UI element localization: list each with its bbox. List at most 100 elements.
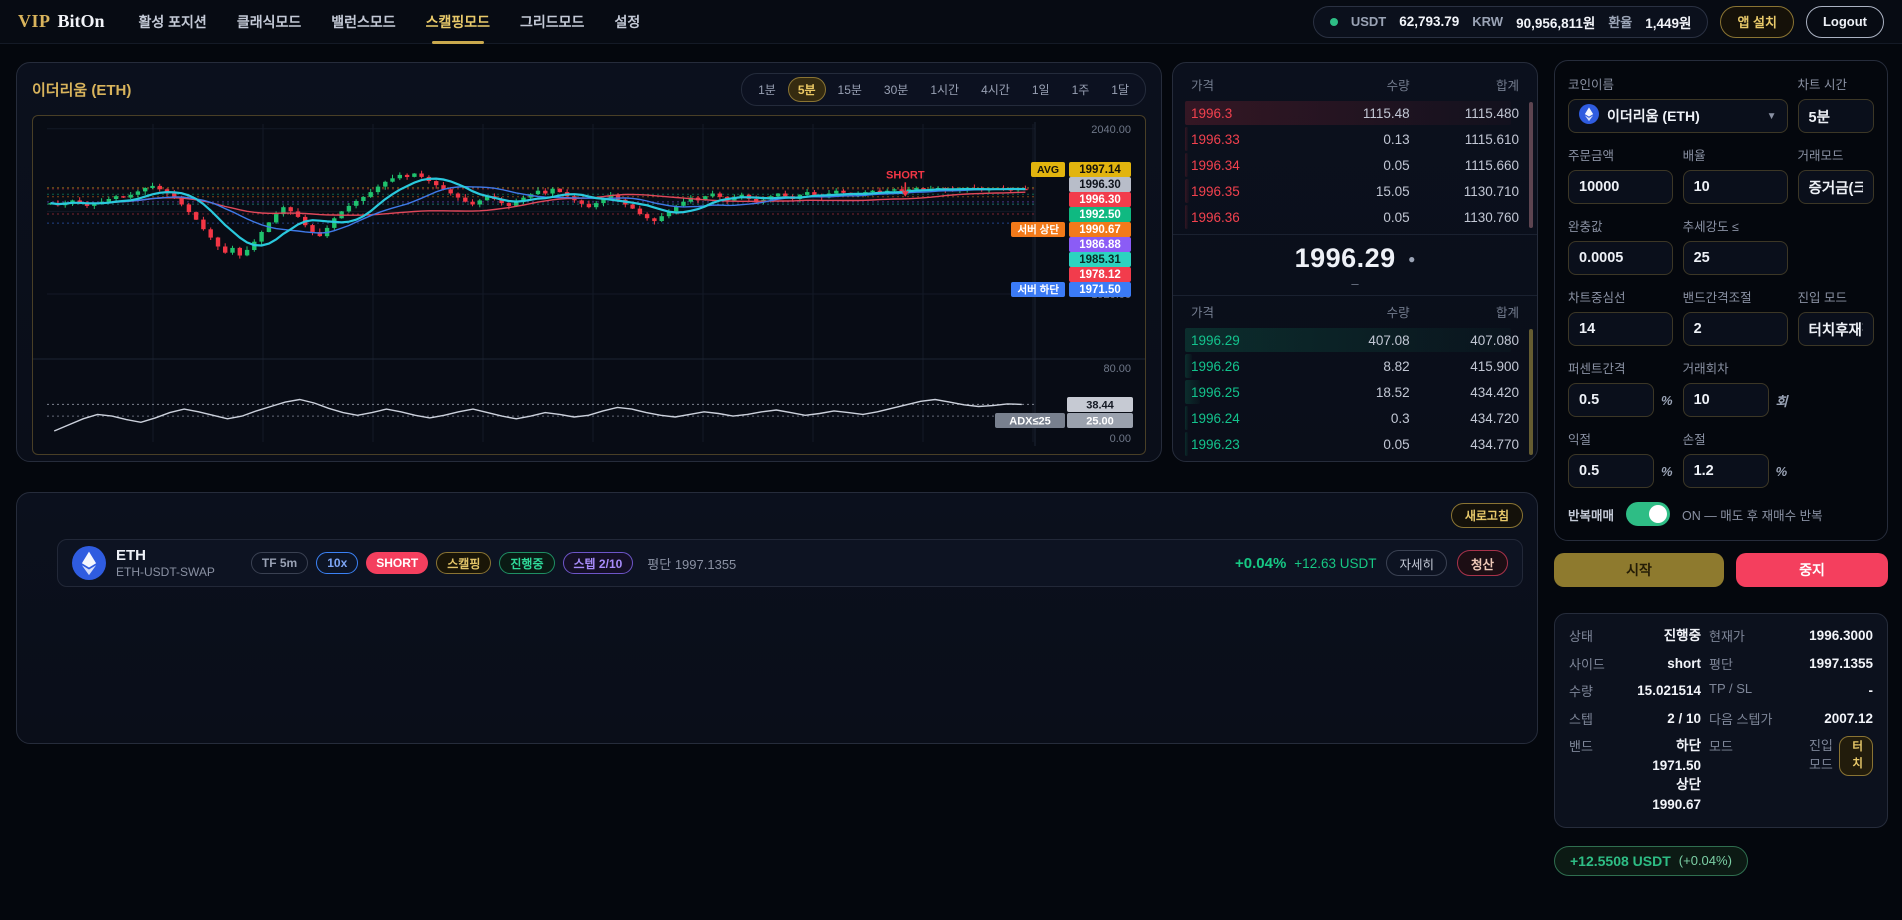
detail-button[interactable]: 자세히 — [1386, 550, 1447, 576]
position-badge: SHORT — [366, 552, 428, 574]
eth-icon — [1579, 104, 1599, 129]
repeat-trade-toggle[interactable] — [1626, 502, 1670, 526]
liquidate-button[interactable]: 청산 — [1457, 550, 1508, 576]
start-button[interactable]: 시작 — [1554, 553, 1724, 587]
coin-label: 코인이름 — [1568, 74, 1788, 93]
stop-loss-label: 손절 — [1683, 429, 1788, 448]
status-dot-icon — [1330, 18, 1338, 26]
candlestick-chart[interactable]: SHORT2040.001920.0080.000.0038.4425.00AD… — [32, 115, 1146, 455]
orderbook-row[interactable]: 1996.31115.481115.480 — [1185, 100, 1525, 126]
timeframe-button[interactable]: 30분 — [874, 77, 918, 102]
percent-gap-label: 퍼센트간격 — [1568, 358, 1673, 377]
trend-strength-label: 추세강도 ≤ — [1683, 216, 1788, 235]
col-price: 가격 — [1191, 302, 1300, 321]
orderbook-row[interactable]: 1996.230.05434.770 — [1185, 431, 1525, 457]
orderbook-row[interactable]: 1996.29407.08407.080 — [1185, 327, 1525, 353]
refresh-button[interactable]: 새로고침 — [1451, 503, 1523, 528]
col-total: 합계 — [1410, 75, 1519, 94]
orderbook-row[interactable]: 1996.360.051130.760 — [1185, 204, 1525, 230]
svg-text:80.00: 80.00 — [1103, 363, 1131, 375]
nav-item[interactable]: 클래식모드 — [237, 0, 301, 44]
position-badge: 스텝 2/10 — [563, 552, 634, 574]
coin-select[interactable]: 이더리움 (ETH) ▼ — [1568, 99, 1788, 133]
settings-form: 코인이름 이더리움 (ETH) ▼ 차트 시간 주문금액 배율 거래모 — [1554, 60, 1888, 541]
chart-center-label: 차트중심선 — [1568, 287, 1673, 306]
timeframe-button[interactable]: 1일 — [1022, 77, 1060, 102]
asks-scrollbar[interactable] — [1529, 102, 1533, 228]
col-qty: 수량 — [1300, 75, 1409, 94]
timeframe-button[interactable]: 1달 — [1101, 77, 1139, 102]
buffer-input[interactable] — [1568, 241, 1673, 275]
band-gap-input[interactable] — [1683, 312, 1788, 346]
logout-button[interactable]: Logout — [1806, 6, 1884, 38]
rounds-unit: 회 — [1776, 391, 1788, 410]
orderbook-row[interactable]: 1996.2518.52434.420 — [1185, 379, 1525, 405]
position-badges: TF 5m10xSHORT스캘핑진행중스텝 2/10 — [251, 552, 633, 574]
timeframe-button[interactable]: 1분 — [748, 77, 786, 102]
nav-right: USDT 62,793.79 KRW 90,956,811원 환율 1,449원… — [1313, 6, 1884, 38]
nav-item[interactable]: 활성 포지션 — [139, 0, 207, 44]
chart-time-input[interactable] — [1798, 99, 1874, 133]
timeframe-button[interactable]: 4시간 — [971, 77, 1020, 102]
entry-mode-input[interactable] — [1798, 312, 1874, 346]
stop-loss-input[interactable] — [1683, 454, 1769, 488]
band-gap-label: 밴드간격조절 — [1683, 287, 1788, 306]
position-badge: TF 5m — [251, 552, 308, 574]
rounds-label: 거래회차 — [1683, 358, 1788, 377]
orderbook-row[interactable]: 1996.340.051115.660 — [1185, 152, 1525, 178]
wallet-summary: USDT 62,793.79 KRW 90,956,811원 환율 1,449원 — [1313, 6, 1709, 38]
app-logo[interactable]: VIP BitOn — [18, 11, 105, 32]
profit-badge: +12.5508 USDT (+0.04%) — [1554, 846, 1748, 876]
orderbook-header: 가격 수량 합계 — [1173, 71, 1537, 98]
spread-dash: – — [1173, 276, 1537, 291]
pnl-usdt: +12.63 USDT — [1294, 556, 1376, 571]
trend-strength-input[interactable] — [1683, 241, 1788, 275]
fx-label: 환율 — [1608, 12, 1632, 31]
timeframe-button[interactable]: 5분 — [788, 77, 826, 102]
orderbook-row[interactable]: 1996.268.82415.900 — [1185, 353, 1525, 379]
trade-mode-input[interactable] — [1798, 170, 1874, 204]
take-profit-label: 익절 — [1568, 429, 1673, 448]
entry-mode-label: 진입 모드 — [1798, 287, 1874, 306]
chart-center-input[interactable] — [1568, 312, 1673, 346]
timeframe-button[interactable]: 1시간 — [920, 77, 969, 102]
price-label: 서버 하단1971.50 — [1011, 282, 1131, 297]
order-amount-label: 주문금액 — [1568, 145, 1673, 164]
price-label: 1996.30 — [1069, 192, 1131, 207]
nav-item[interactable]: 그리드모드 — [520, 0, 584, 44]
rounds-input[interactable] — [1683, 383, 1769, 417]
price-label: 1986.88 — [1069, 237, 1131, 252]
nav-item[interactable]: 밸런스모드 — [331, 0, 395, 44]
orderbook-row[interactable]: 1996.3515.051130.710 — [1185, 178, 1525, 204]
krw-label: KRW — [1472, 14, 1503, 29]
stop-button[interactable]: 중지 — [1736, 553, 1888, 587]
usdt-label: USDT — [1351, 14, 1386, 29]
chart-time-label: 차트 시간 — [1798, 74, 1874, 93]
buffer-label: 완충값 — [1568, 216, 1673, 235]
nav-item[interactable]: 스캘핑모드 — [426, 0, 490, 44]
order-amount-input[interactable] — [1568, 170, 1673, 204]
leverage-input[interactable] — [1683, 170, 1788, 204]
percent-unit: % — [1661, 393, 1673, 408]
usdt-balance: 62,793.79 — [1399, 14, 1459, 29]
app-install-button[interactable]: 앱 설치 — [1720, 6, 1794, 38]
tp-unit: % — [1661, 464, 1673, 479]
position-badge: 10x — [316, 552, 358, 574]
timeframe-button[interactable]: 1주 — [1062, 77, 1100, 102]
position-pair: ETH-USDT-SWAP — [116, 565, 215, 579]
timeframe-button[interactable]: 15분 — [828, 77, 872, 102]
take-profit-input[interactable] — [1568, 454, 1654, 488]
bids-scrollbar[interactable] — [1529, 329, 1533, 455]
repeat-trade-status: ON — 매도 후 재매수 반복 — [1682, 505, 1823, 524]
orderbook-row[interactable]: 1996.330.131115.610 — [1185, 126, 1525, 152]
trade-mode-label: 거래모드 — [1798, 145, 1874, 164]
position-symbol-block: ETH ETH-USDT-SWAP — [116, 547, 215, 579]
svg-text:0.00: 0.00 — [1110, 433, 1131, 445]
position-row[interactable]: ETH ETH-USDT-SWAP TF 5m10xSHORT스캘핑진행중스텝 … — [57, 539, 1523, 587]
orderbook-row[interactable]: 1996.240.3434.720 — [1185, 405, 1525, 431]
percent-gap-input[interactable] — [1568, 383, 1654, 417]
chart-canvas[interactable]: SHORT2040.001920.0080.000.0038.4425.00AD… — [33, 116, 1146, 452]
nav-item[interactable]: 설정 — [614, 0, 640, 44]
touch-mode-pill: 터치 — [1839, 736, 1873, 775]
profit-percent: (+0.04%) — [1679, 853, 1732, 868]
